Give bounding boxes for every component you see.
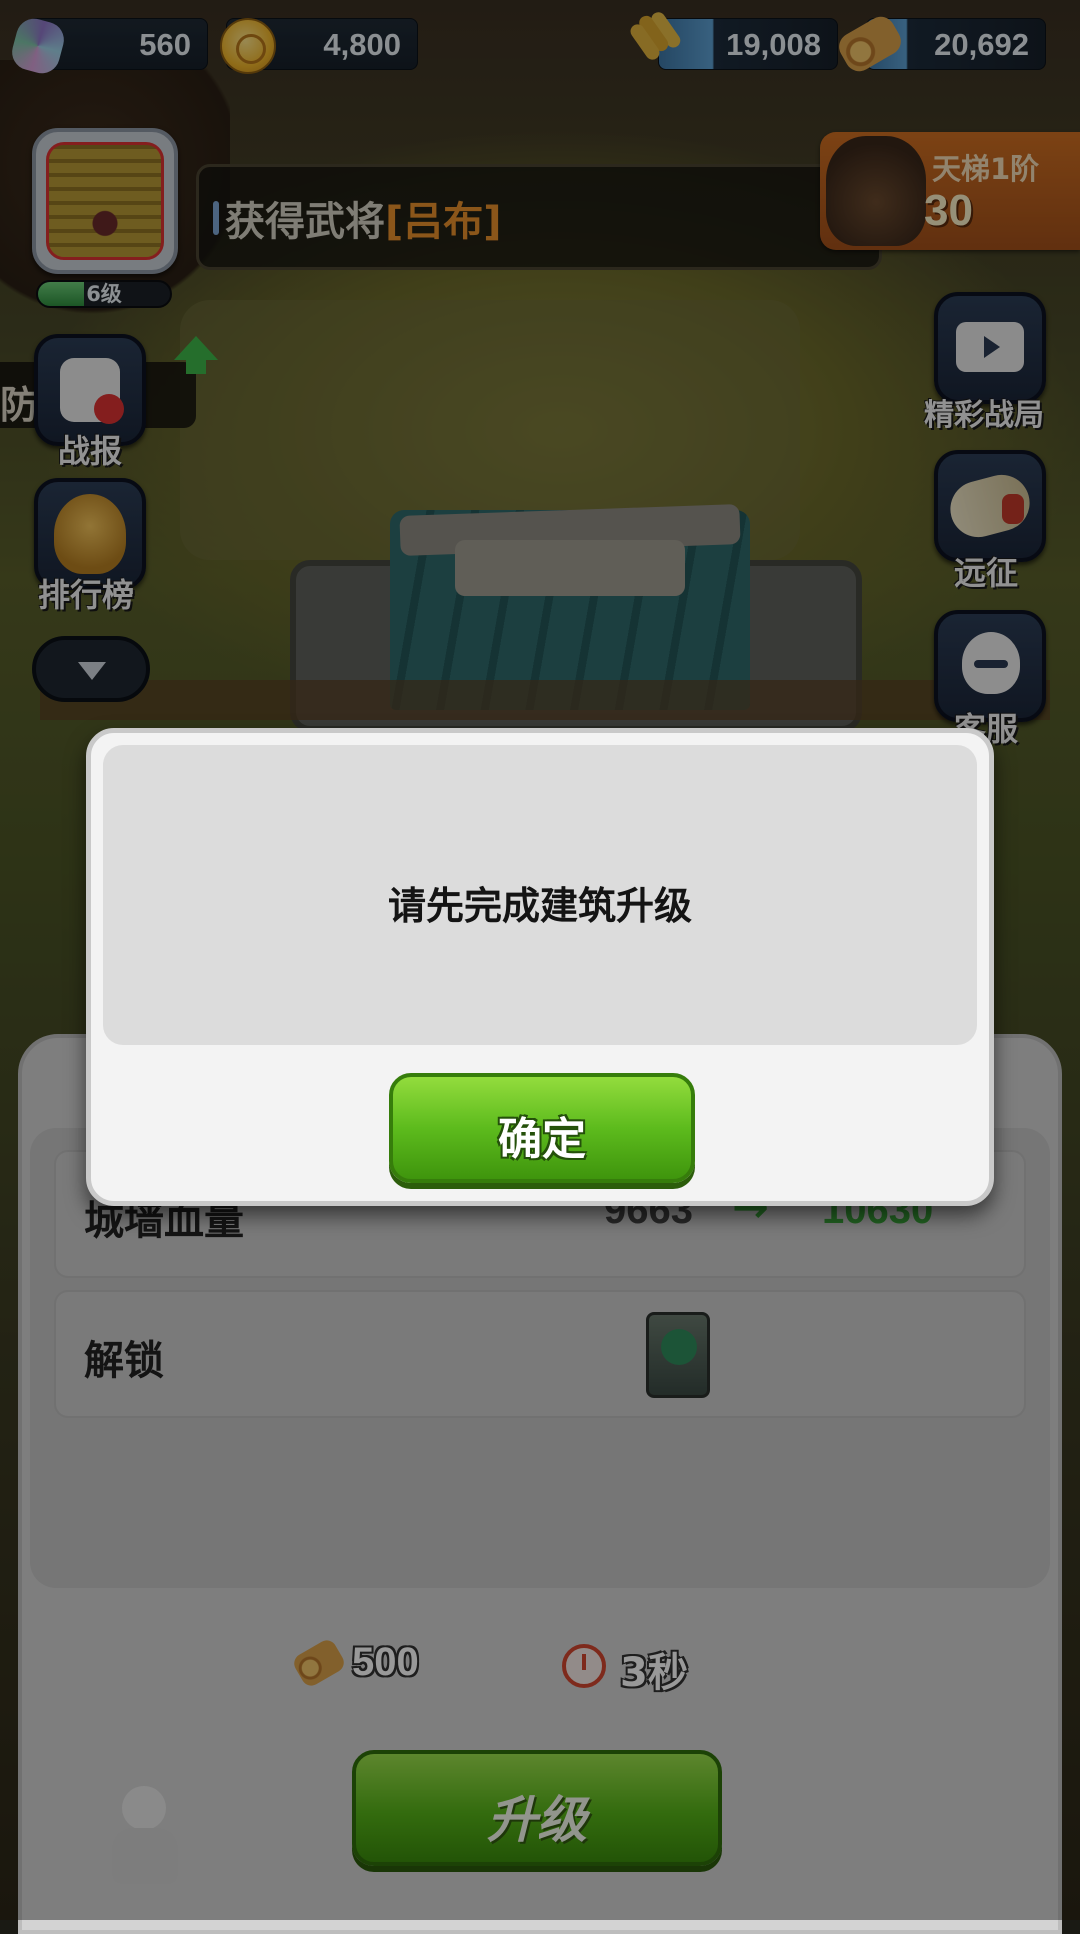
confirm-button-label: 确定 [498, 1114, 586, 1165]
dialog-message: 请先完成建筑升级 [387, 884, 692, 928]
dialog-message-box: 请先完成建筑升级 [103, 745, 977, 1045]
confirm-button[interactable]: 确定 [389, 1073, 695, 1183]
alert-dialog: 请先完成建筑升级 确定 [86, 728, 994, 1206]
